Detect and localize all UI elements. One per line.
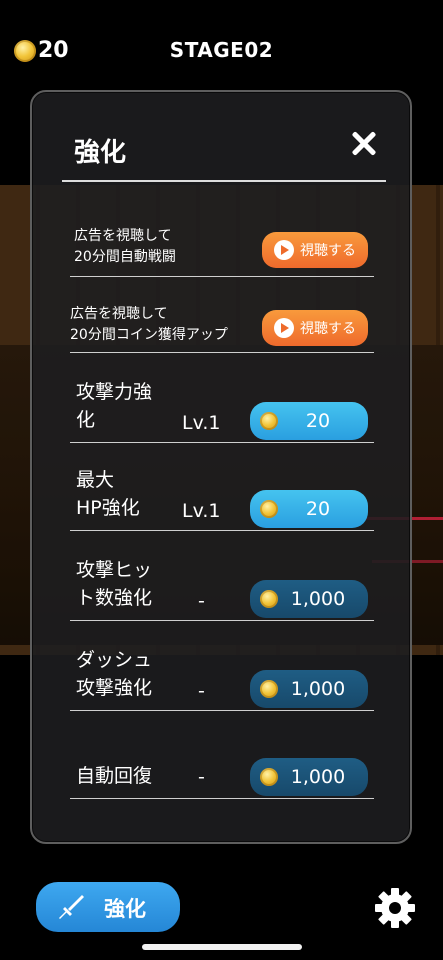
- upgrade-label-line1: ダッシュ: [76, 649, 153, 671]
- upgrade-label-line1: 自動回復: [76, 765, 153, 787]
- top-bar: 20 STAGE02: [0, 0, 443, 100]
- upgrade-label: 攻撃力強 化: [76, 378, 152, 434]
- upgrade-row-auto-recovery: 自動回復 - 1,000: [70, 742, 374, 799]
- panel-header: 強化: [62, 120, 386, 182]
- coin-icon: [260, 590, 278, 608]
- ad-row-label: 広告を視聴して 20分間自動戦闘: [74, 226, 176, 268]
- upgrade-level: Lv.1: [182, 500, 221, 522]
- stage-title: STAGE02: [169, 38, 274, 62]
- ad-label-line2: 20分間コイン獲得アップ: [70, 327, 228, 343]
- upgrade-level: -: [198, 766, 205, 788]
- watch-ad-label: 視聴する: [300, 321, 356, 337]
- upgrade-row-hit-count: 攻撃ヒッ ト数強化 - 1,000: [70, 548, 374, 621]
- upgrade-label-line1: 攻撃ヒッ: [76, 559, 153, 581]
- panel-title: 強化: [74, 138, 127, 168]
- buy-upgrade-dash-attack-button[interactable]: 1,000: [250, 670, 368, 708]
- upgrade-panel: 強化 広告を視聴して 20分間自動戦闘 視聴する 広告を視聴して 20分間コイン…: [30, 90, 412, 844]
- ad-row-label: 広告を視聴して 20分間コイン獲得アップ: [70, 304, 228, 346]
- upgrade-label-line2: 攻撃強化: [76, 677, 153, 699]
- play-icon: [274, 240, 294, 260]
- upgrade-label: 最大 HP強化: [76, 466, 140, 522]
- buy-upgrade-auto-recovery-button[interactable]: 1,000: [250, 758, 368, 796]
- watch-ad-button-auto-battle[interactable]: 視聴する: [262, 232, 368, 268]
- upgrade-price: 20: [305, 410, 331, 432]
- upgrade-label-line1: 攻撃力強: [76, 381, 153, 403]
- ad-row-auto-battle: 広告を視聴して 20分間自動戦闘 視聴する: [70, 220, 374, 277]
- enhance-button-label: 強化: [104, 897, 146, 921]
- buy-upgrade-attack-button[interactable]: 20: [250, 402, 368, 440]
- upgrade-price: 1,000: [290, 588, 346, 610]
- enhance-button[interactable]: 強化: [36, 882, 180, 932]
- ad-row-coin-boost: 広告を視聴して 20分間コイン獲得アップ 視聴する: [70, 296, 374, 353]
- coin-icon: [260, 412, 278, 430]
- home-indicator[interactable]: [142, 944, 302, 950]
- upgrade-price: 20: [305, 498, 331, 520]
- play-icon: [274, 318, 294, 338]
- upgrade-row-max-hp: 最大 HP強化 Lv.1 20: [70, 460, 374, 531]
- gear-icon[interactable]: [374, 887, 416, 929]
- upgrade-price: 1,000: [290, 766, 346, 788]
- upgrade-level: -: [198, 590, 205, 612]
- sword-icon: [59, 895, 84, 919]
- upgrade-level: -: [198, 680, 205, 702]
- ad-label-line2: 20分間自動戦闘: [74, 249, 176, 265]
- watch-ad-label: 視聴する: [300, 243, 356, 259]
- upgrade-row-dash-attack: ダッシュ 攻撃強化 - 1,000: [70, 638, 374, 711]
- upgrade-label: ダッシュ 攻撃強化: [76, 646, 152, 702]
- upgrade-price: 1,000: [290, 678, 346, 700]
- ad-label-line1: 広告を視聴して: [70, 306, 168, 322]
- upgrade-label-line2: ト数強化: [76, 587, 153, 609]
- coin-icon: [260, 500, 278, 518]
- coin-icon: [260, 768, 278, 786]
- coin-icon: [260, 680, 278, 698]
- upgrade-label-line2: HP強化: [76, 497, 140, 519]
- upgrade-label-line1: 最大: [76, 469, 115, 491]
- buy-upgrade-max-hp-button[interactable]: 20: [250, 490, 368, 528]
- ad-label-line1: 広告を視聴して: [74, 228, 172, 244]
- upgrade-label-line2: 化: [76, 409, 96, 431]
- upgrade-level: Lv.1: [182, 412, 221, 434]
- app-screen: 20 STAGE02 強化 広告を視聴して 20分間自動戦闘 視聴する 広告を視…: [0, 0, 443, 960]
- upgrade-label: 自動回復: [76, 762, 152, 790]
- upgrade-row-attack: 攻撃力強 化 Lv.1 20: [70, 370, 374, 443]
- watch-ad-button-coin-boost[interactable]: 視聴する: [262, 310, 368, 346]
- buy-upgrade-hit-count-button[interactable]: 1,000: [250, 580, 368, 618]
- upgrade-label: 攻撃ヒッ ト数強化: [76, 556, 152, 612]
- close-icon[interactable]: [344, 124, 384, 164]
